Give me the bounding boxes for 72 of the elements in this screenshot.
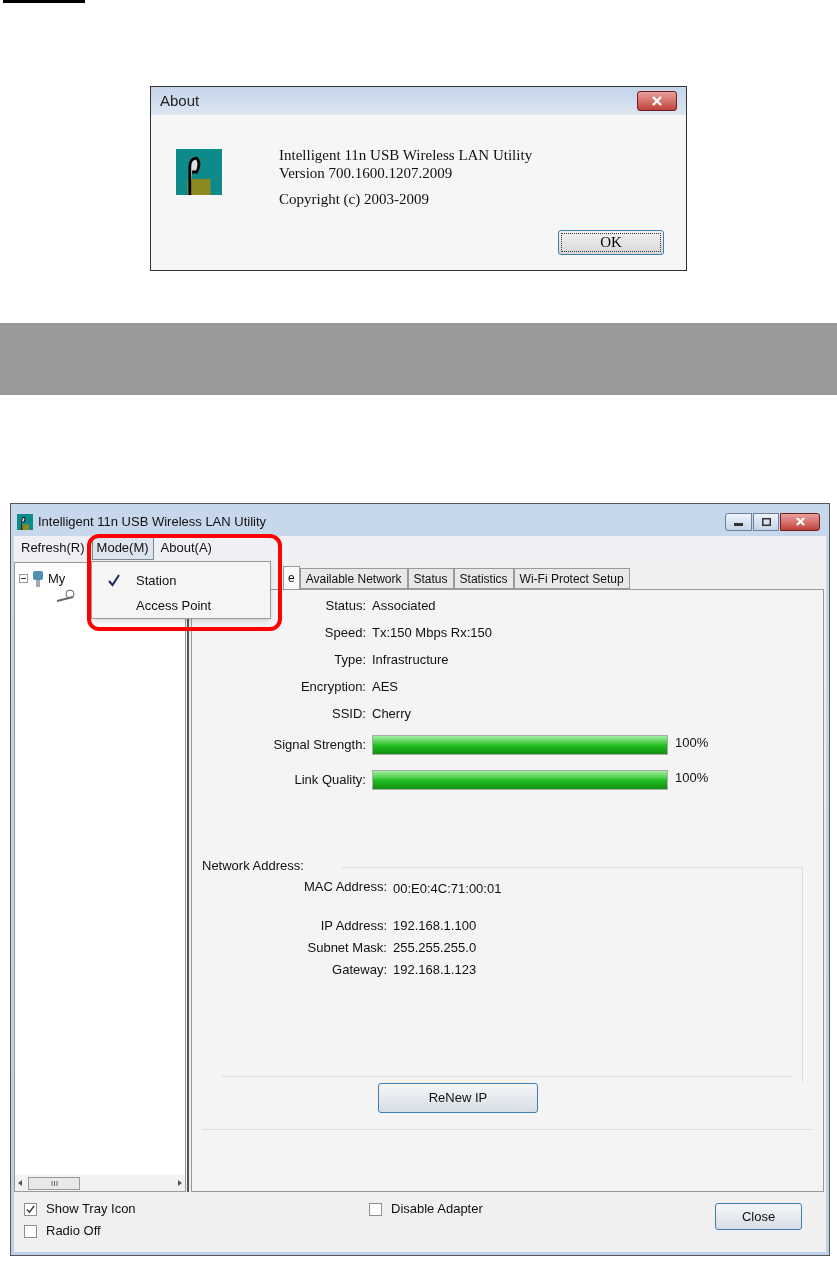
close-button[interactable] <box>780 512 820 531</box>
app-icon <box>16 513 34 530</box>
checkbox[interactable] <box>24 1202 37 1216</box>
checkbox[interactable] <box>369 1202 382 1216</box>
field-label: Type: <box>333 651 366 669</box>
field-label: IP Address: <box>319 916 387 935</box>
close-icon <box>652 96 662 106</box>
tab[interactable]: Statistics <box>453 568 514 589</box>
renew-ip-button[interactable]: ReNew IP <box>378 1082 538 1113</box>
tab[interactable]: Status <box>407 568 454 589</box>
field-value: Cherry <box>372 705 412 723</box>
scroll-thumb[interactable] <box>28 1176 80 1190</box>
tab[interactable]: Wi-Fi Protect Setup <box>513 568 630 589</box>
field-value: Tx:150 Mbps Rx:150 <box>372 624 493 642</box>
checkbox-label: Show Tray Icon <box>46 1200 136 1219</box>
meter-reading: 100% <box>675 734 709 752</box>
menu-item[interactable]: About(A) <box>155 536 217 560</box>
field-value: AES <box>372 678 399 696</box>
checkbox[interactable] <box>24 1224 37 1238</box>
close-icon <box>795 517 805 526</box>
field-label: Subnet Mask: <box>306 938 387 957</box>
menu-option-label: Station <box>136 571 177 590</box>
field-value: Associated <box>372 597 437 615</box>
meter-reading: 100% <box>675 769 709 787</box>
grip-icon <box>50 1180 58 1186</box>
field-value: 192.168.1.100 <box>393 916 478 935</box>
network-icon <box>55 588 77 603</box>
window-title: Intelligent 11n USB Wireless LAN Utility <box>38 512 267 531</box>
field-label: Speed: <box>323 624 366 642</box>
minimize-button[interactable] <box>725 512 752 531</box>
checkbox-option[interactable]: Show Tray Icon <box>24 1200 369 1218</box>
horizontal-scrollbar[interactable] <box>15 1175 185 1191</box>
close-button[interactable] <box>637 91 677 111</box>
minimize-icon <box>734 522 743 526</box>
close-dialog-button[interactable]: Close <box>715 1203 802 1230</box>
check-icon <box>108 574 120 587</box>
copyright-text: Copyright (c) 2003-2009 <box>279 190 430 208</box>
tree-item[interactable]: My <box>48 569 66 589</box>
field-value: 192.168.1.123 <box>393 960 478 979</box>
field-value: Infrastructure <box>372 651 450 669</box>
checkbox-label: Disable Adapter <box>391 1200 483 1219</box>
tab[interactable]: e <box>283 566 300 589</box>
about-text: Intelligent 11n USB Wireless LAN Utility <box>279 146 533 164</box>
scroll-left-icon[interactable] <box>18 1180 22 1186</box>
menu-option-label: Access Point <box>136 596 212 615</box>
collapse-icon[interactable] <box>19 574 28 584</box>
menu-option[interactable]: Access Point <box>92 593 270 618</box>
field-value: 255.255.255.0 <box>393 938 478 957</box>
about-text: Version 700.1600.1207.2009 <box>279 164 454 182</box>
scroll-right-icon[interactable] <box>178 1180 182 1186</box>
checkbox-option[interactable]: Disable Adapter <box>369 1200 483 1218</box>
checkbox-label: Radio Off <box>46 1222 101 1241</box>
field-label: SSID: <box>331 705 366 723</box>
meter-label: Signal Strength: <box>272 736 366 754</box>
maximize-button[interactable] <box>753 512 779 531</box>
menu-item[interactable]: Refresh(R) <box>16 536 90 560</box>
menu-item[interactable]: Mode(M) <box>91 536 154 560</box>
checkbox-option[interactable]: Radio Off <box>24 1222 369 1240</box>
field-label: MAC Address: <box>302 877 387 896</box>
maximize-icon <box>761 517 771 526</box>
adapter-icon <box>31 569 45 588</box>
section-heading: Network Address: <box>202 857 305 875</box>
ok-button[interactable]: OK <box>558 230 664 255</box>
meter-label: Link Quality: <box>293 771 366 789</box>
tab[interactable]: Available Network <box>299 568 408 589</box>
app-icon <box>176 149 222 195</box>
menu-option[interactable]: Station <box>92 568 270 593</box>
field-label: Encryption: <box>299 678 366 696</box>
field-value: 00:E0:4C:71:00:01 <box>393 879 503 898</box>
check-icon <box>26 1204 35 1214</box>
field-label: Gateway: <box>331 960 387 979</box>
dialog-title: About <box>160 90 200 111</box>
